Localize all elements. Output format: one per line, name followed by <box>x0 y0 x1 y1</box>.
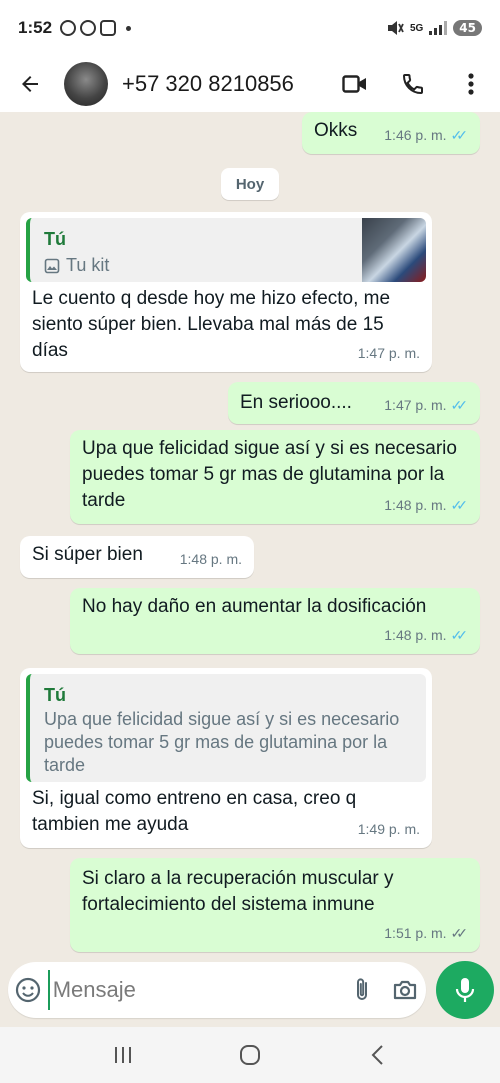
message-time: 1:46 p. m. <box>384 127 447 143</box>
message-text: No hay daño en aumentar la dosificación <box>82 596 427 617</box>
message-bubble-outgoing[interactable]: En seriooo.... 1:47 p. m. ✓✓ <box>228 382 480 424</box>
back-nav-icon[interactable] <box>347 1027 407 1083</box>
system-navigation-bar <box>0 1027 500 1083</box>
day-divider: Hoy <box>221 168 279 200</box>
message-time: 1:49 p. m. <box>357 821 420 837</box>
contact-avatar[interactable] <box>64 62 108 106</box>
whatsapp-notification-icon <box>80 20 97 36</box>
chat-messages[interactable]: Okks 1:46 p. m. ✓✓ Hoy Tú Tu kit Le cuen… <box>0 112 500 960</box>
message-time: 1:48 p. m. <box>384 627 447 643</box>
quoted-text: Tu kit <box>44 254 109 277</box>
message-time: 1:51 p. m. <box>384 925 447 941</box>
video-call-icon[interactable] <box>326 56 384 112</box>
message-bubble-incoming[interactable]: Si súper bien 1:48 p. m. <box>20 536 254 578</box>
voice-message-button[interactable] <box>436 961 494 1019</box>
message-bubble-outgoing[interactable]: Okks 1:46 p. m. ✓✓ <box>302 112 480 154</box>
message-time: 1:47 p. m. <box>384 397 447 413</box>
delivered-ticks-icon: ✓✓ <box>450 925 469 941</box>
message-text: Si súper bien <box>32 544 143 565</box>
quoted-author: Tú <box>44 229 66 249</box>
home-icon[interactable] <box>220 1027 280 1083</box>
message-meta: 1:47 p. m. ✓✓ <box>384 392 468 418</box>
battery-icon: 45 <box>453 20 482 36</box>
system-status: 5G 45 <box>386 20 482 36</box>
quoted-image-thumbnail <box>362 218 426 282</box>
read-ticks-icon: ✓✓ <box>450 497 469 513</box>
microphone-icon <box>455 978 475 1002</box>
header-actions <box>326 56 500 112</box>
message-meta: 1:51 p. m. ✓✓ <box>384 920 468 946</box>
message-input[interactable] <box>47 970 341 1010</box>
quoted-author: Tú <box>44 685 66 705</box>
message-meta: 1:47 p. m. <box>358 340 420 366</box>
message-bubble-incoming[interactable]: Tú Upa que felicidad sigue así y si es n… <box>20 668 432 848</box>
mute-icon <box>387 21 404 35</box>
message-text: Si, igual como entreno en casa, creo q t… <box>32 788 357 835</box>
instagram-notification-icon <box>100 20 117 36</box>
message-bubble-incoming[interactable]: Tú Tu kit Le cuento q desde hoy me hizo … <box>20 212 432 372</box>
read-ticks-icon: ✓✓ <box>450 397 469 413</box>
message-meta: 1:48 p. m. ✓✓ <box>384 492 468 518</box>
message-composer <box>8 962 426 1018</box>
message-meta: 1:48 p. m. ✓✓ <box>384 622 468 648</box>
quoted-message[interactable]: Tú Tu kit <box>26 218 426 282</box>
message-meta: 1:46 p. m. ✓✓ <box>384 122 468 148</box>
message-bubble-outgoing[interactable]: Si claro a la recuperación muscular y fo… <box>70 858 480 952</box>
quoted-text-label: Tu kit <box>66 255 110 275</box>
message-meta: 1:49 p. m. <box>358 816 420 842</box>
signal-icon <box>429 21 448 35</box>
message-meta: 1:48 p. m. <box>180 546 242 572</box>
notification-icons <box>60 20 132 36</box>
back-arrow-icon[interactable] <box>0 56 60 112</box>
quoted-text: Upa que felicidad sigue así y si es nece… <box>44 709 400 775</box>
message-time: 1:48 p. m. <box>179 551 242 567</box>
sticker-emoji-icon[interactable] <box>8 962 48 1018</box>
quoted-message[interactable]: Tú Upa que felicidad sigue así y si es n… <box>26 674 426 782</box>
read-ticks-icon: ✓✓ <box>450 627 469 643</box>
network-type-icon: 5G <box>409 22 424 34</box>
contact-name[interactable]: +57 320 8210856 <box>122 71 294 97</box>
message-text: En seriooo.... <box>240 392 352 413</box>
read-ticks-icon: ✓✓ <box>450 127 469 143</box>
recent-apps-icon[interactable] <box>93 1027 153 1083</box>
attach-icon[interactable] <box>341 962 384 1018</box>
message-time: 1:48 p. m. <box>384 497 447 513</box>
status-bar: 1:52 5G 45 <box>0 0 500 56</box>
message-text: Okks <box>314 120 358 141</box>
status-time: 1:52 <box>18 18 53 37</box>
message-time: 1:47 p. m. <box>357 345 420 361</box>
whatsapp-notification-icon <box>60 20 77 36</box>
more-vert-icon[interactable] <box>442 56 500 112</box>
phone-call-icon[interactable] <box>384 56 442 112</box>
chat-header: +57 320 8210856 <box>0 56 500 112</box>
message-text: Si claro a la recuperación muscular y fo… <box>82 868 394 915</box>
image-icon <box>44 258 60 273</box>
camera-icon[interactable] <box>383 962 426 1018</box>
message-bubble-outgoing[interactable]: Upa que felicidad sigue así y si es nece… <box>70 430 480 524</box>
message-bubble-outgoing[interactable]: No hay daño en aumentar la dosificación … <box>70 588 480 654</box>
more-notifications-dot-icon <box>126 25 132 31</box>
